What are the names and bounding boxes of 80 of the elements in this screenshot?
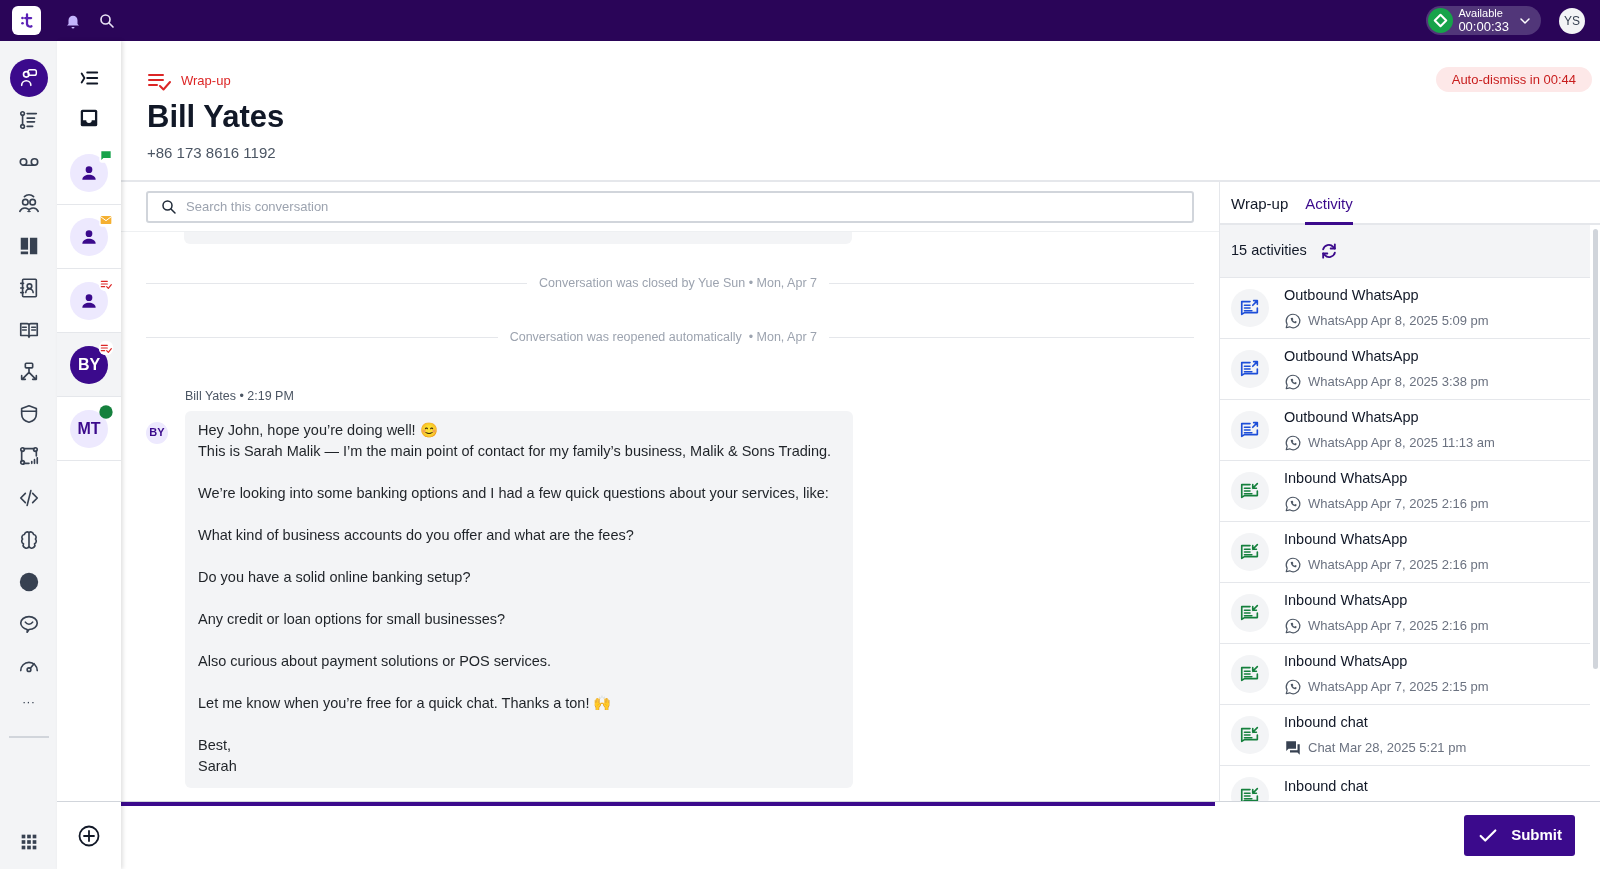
activity-meta: Chat Mar 28, 2025 5:21 pm	[1308, 739, 1467, 758]
message-text: Any credit or loan options for small businesses?	[198, 610, 507, 630]
auto-dismiss-badge: Auto-dismiss in 00:44	[1435, 67, 1592, 92]
activity-meta: WhatsApp Apr 7, 2025 2:16 pm	[1308, 495, 1489, 514]
activity-meta: WhatsApp Apr 8, 2025 3:38 pm	[1308, 373, 1489, 392]
message-text: Do you have a solid online banking setup?	[198, 568, 472, 588]
message-text: Let me know when you’re free for a quick chat. Thanks a ton! 🙌	[198, 694, 613, 714]
activity-title: Outbound WhatsApp	[1284, 347, 1420, 367]
activity-item[interactable]: Inbound WhatsApp WhatsApp Apr 7, 2025 2:16 pm	[1220, 461, 1590, 522]
contacts-icon	[17, 277, 40, 299]
status-label: Available	[1458, 8, 1503, 19]
logo-icon[interactable]	[12, 6, 41, 35]
activity-meta: WhatsApp Apr 7, 2025 2:16 pm	[1308, 617, 1489, 636]
activity-meta: WhatsApp Apr 8, 2025 5:09 pm	[1308, 312, 1489, 331]
list-icon	[17, 109, 40, 131]
contact-avatar: BY	[70, 345, 108, 384]
phone-bubble-icon	[1284, 616, 1302, 635]
user-avatar[interactable]: YS	[1559, 7, 1585, 34]
activity-item[interactable]: Inbound WhatsApp WhatsApp Apr 7, 2025 2:16 pm	[1220, 583, 1590, 644]
search-icon[interactable]	[98, 11, 116, 30]
status-timer: 00:00:33	[1458, 20, 1509, 33]
contact-name: Bill Yates	[147, 101, 285, 132]
activity-meta: WhatsApp Apr 7, 2025 2:16 pm	[1308, 556, 1489, 575]
message-text: What kind of business accounts do you offer and what are the fees?	[198, 526, 635, 546]
activity-count: 15 activities	[1231, 241, 1307, 261]
event-text: Conversation was reopened automatically • Mon, Apr 7	[509, 328, 817, 346]
activity-title: Inbound chat	[1284, 777, 1368, 796]
submit-button[interactable]: Submit	[1464, 815, 1575, 856]
status-text: Wrap-up	[181, 72, 231, 91]
message-text: This is Sarah Malik — I’m the main point of contact for my family’s business, Malik & Sons Trading.	[198, 442, 833, 462]
search-icon	[160, 197, 178, 216]
activity-title: Inbound chat	[1284, 713, 1369, 733]
activity-meta: WhatsApp Apr 7, 2025 2:15 pm	[1308, 678, 1489, 697]
message-text: Hey John, hope you’re doing well! 😊	[198, 421, 439, 441]
nav-button[interactable]	[9, 59, 48, 97]
phone-bubble-icon	[1284, 677, 1302, 696]
activity-item[interactable]: Outbound WhatsApp WhatsApp Apr 8, 2025 11:13 am	[1220, 400, 1590, 461]
status-selector[interactable]: Available 00:00:33	[1426, 6, 1541, 35]
inbox-icon[interactable]	[78, 107, 100, 129]
contact-avatar: MT	[70, 409, 108, 448]
activity-title: Inbound WhatsApp	[1284, 591, 1409, 611]
online-dot	[98, 403, 114, 420]
message-text: We’re looking into some banking options and I had a few quick questions about your services, like:	[198, 484, 830, 504]
activity-item[interactable]: Inbound WhatsApp WhatsApp Apr 7, 2025 2:15 pm	[1220, 644, 1590, 705]
activity-item[interactable]: Inbound chat Chat Mar 28, 2025 5:21 pm	[1220, 705, 1590, 766]
message-meta: Bill Yates • 2:19 PM	[185, 387, 295, 405]
activity-item[interactable]: Inbound WhatsApp WhatsApp Apr 7, 2025 2:16 pm	[1220, 522, 1590, 583]
people-icon	[17, 193, 40, 215]
add-icon[interactable]	[77, 823, 101, 848]
conversation-item[interactable]: MT	[57, 397, 121, 461]
activity-title: Inbound WhatsApp	[1284, 652, 1409, 672]
activity-item[interactable]: Outbound WhatsApp WhatsApp Apr 8, 2025 5:09 pm	[1220, 278, 1590, 339]
message-text: Also curious about payment solutions or POS services.	[198, 652, 552, 672]
incoming-message-icon	[1239, 785, 1261, 801]
activity-meta: WhatsApp Apr 8, 2025 11:13 am	[1308, 434, 1495, 453]
conversation-item[interactable]: BY	[57, 333, 121, 397]
activity-title: Inbound WhatsApp	[1284, 530, 1409, 550]
chat-bubble-icon	[17, 613, 40, 635]
activity-title: Outbound WhatsApp	[1284, 408, 1420, 428]
activity-title: Outbound WhatsApp	[1284, 286, 1420, 306]
phone-bubble-icon	[1284, 433, 1302, 452]
phone-bubble-icon	[1284, 372, 1302, 391]
wrap-up-badge-icon	[98, 339, 114, 356]
code-icon	[17, 487, 40, 509]
phone-bubble-icon	[1284, 555, 1302, 574]
phone-number: +86 173 8616 1192	[147, 143, 277, 163]
chat-bubbles-icon	[1284, 738, 1302, 757]
tab[interactable]: Wrap-up	[1231, 192, 1289, 225]
region-icon	[17, 445, 40, 467]
activity-item[interactable]: Outbound WhatsApp WhatsApp Apr 8, 2025 3:38 pm	[1220, 339, 1590, 400]
search-field[interactable]: Search this conversation	[146, 190, 1194, 223]
sender-avatar: BY	[146, 421, 168, 444]
phone-bubble-icon	[1284, 311, 1302, 330]
message-text: Best,	[198, 736, 233, 756]
scrollbar-thumb[interactable]	[1592, 229, 1598, 669]
phone-bubble-icon	[1284, 494, 1302, 513]
more-button[interactable]: ···	[22, 695, 35, 708]
message-text: Sarah	[198, 757, 238, 777]
activity-title: Inbound WhatsApp	[1284, 469, 1409, 489]
event-text: Conversation was closed by Yue Sun • Mon, Apr 7	[539, 275, 817, 292]
